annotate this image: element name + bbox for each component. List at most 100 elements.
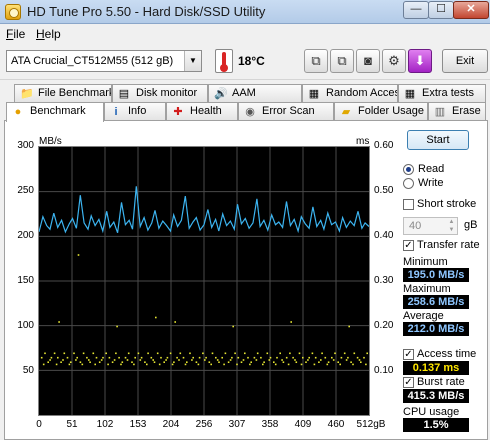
save-button[interactable]: ⬇ (408, 49, 432, 73)
access-time-point (98, 361, 101, 363)
access-time-point (102, 356, 104, 359)
short-stroke-value: 40 (409, 220, 422, 232)
access-time-point (82, 352, 85, 355)
access-time-point (40, 356, 43, 359)
tab-error-scan[interactable]: ◉ Error Scan (238, 102, 334, 120)
y-right-tick: 0.20 (374, 320, 394, 331)
access-time-point (158, 363, 161, 366)
access-time-point (300, 363, 303, 366)
tab-label: Folder Usage (358, 105, 425, 117)
access-time-point (63, 352, 66, 355)
access-time-point (174, 321, 176, 323)
access-time-point (307, 359, 309, 361)
access-time-point (108, 356, 111, 359)
chevron-down-icon[interactable]: ▼ (184, 51, 201, 71)
access-time-point (268, 359, 271, 361)
access-time-point (50, 356, 53, 359)
access-time-point (55, 363, 58, 366)
access-time-point (152, 359, 154, 361)
access-time-point (281, 359, 283, 361)
read-label: Read (418, 163, 445, 175)
benchmark-chart (38, 146, 370, 416)
access-time-point (216, 359, 219, 361)
access-time-point (133, 363, 135, 366)
average-value: 212.0 MB/s (403, 322, 469, 336)
access-time-point (266, 352, 269, 355)
access-time-point (269, 356, 272, 359)
close-button[interactable]: ✕ (453, 1, 489, 19)
access-time-label: Access time (417, 348, 477, 360)
tab-benchmark[interactable]: ● Benchmark (6, 102, 104, 122)
chevron-down-icon[interactable]: ▼ (446, 226, 457, 234)
tab-extra-tests[interactable]: ▦ Extra tests (398, 84, 486, 102)
short-stroke-checkbox[interactable] (403, 199, 414, 210)
access-time-point (95, 356, 98, 359)
access-time-point (285, 356, 288, 359)
transfer-rate-label: Transfer rate (417, 239, 480, 251)
x-tick: 256 (195, 419, 213, 430)
tab-label: Random Access (326, 87, 398, 99)
average-label: Average (403, 310, 444, 322)
chevron-up-icon[interactable]: ▲ (446, 218, 457, 226)
drive-dropdown[interactable]: ATA Crucial_CT512M55 (512 gB) ▼ (6, 50, 202, 72)
exit-button[interactable]: Exit (442, 49, 488, 73)
tab-folder-usage[interactable]: ▰ Folder Usage (334, 102, 428, 120)
access-time-point (250, 361, 252, 363)
access-time-point (242, 359, 245, 361)
read-radio[interactable] (403, 164, 414, 175)
screenshot-button[interactable]: ◙ (356, 49, 380, 73)
tab-label: Info (128, 105, 147, 117)
access-time-point (115, 352, 117, 355)
access-time-point (292, 356, 294, 359)
tab-disk-monitor[interactable]: ▤ Disk monitor (112, 84, 208, 102)
minimize-button[interactable]: — (403, 1, 429, 19)
access-time-point (289, 352, 291, 355)
write-radio[interactable] (403, 178, 414, 189)
access-time-point (290, 321, 292, 323)
access-time-point (365, 363, 367, 366)
y-left-tick: 250 (17, 185, 34, 196)
access-time-point (295, 361, 298, 363)
access-time-point (160, 356, 162, 359)
menu-bar: File Help (0, 24, 490, 44)
access-time-point (260, 356, 262, 359)
access-time-point (276, 356, 278, 359)
access-time-point (255, 359, 258, 361)
x-tick: 307 (228, 419, 246, 430)
access-time-point (166, 356, 169, 359)
tab-random-access[interactable]: ▦ Random Access (302, 84, 398, 102)
access-time-point (53, 352, 56, 355)
access-time-point (221, 356, 223, 359)
tab-label: Health (190, 105, 222, 117)
access-time-point (111, 361, 114, 363)
access-time-checkbox[interactable]: ✓ (403, 349, 414, 360)
tab-erase[interactable]: ▥ Erase (428, 102, 486, 120)
access-time-point (352, 363, 354, 366)
tab-label: AAM (232, 87, 256, 99)
tab-health[interactable]: ✚ Health (166, 102, 238, 120)
options-button[interactable]: ⚙ (382, 49, 406, 73)
copy-info-button[interactable]: ⧉ (330, 49, 354, 73)
access-time-point (92, 352, 95, 355)
access-time-point (358, 359, 361, 361)
y-left-tick: 300 (17, 140, 34, 151)
menu-file[interactable]: File (6, 27, 25, 41)
access-time-point (337, 361, 339, 363)
tab-info[interactable]: i Info (104, 102, 166, 120)
access-time-point (178, 359, 180, 361)
window-title: HD Tune Pro 5.50 - Hard Disk/SSD Utility (27, 4, 266, 19)
transfer-rate-checkbox[interactable]: ✓ (403, 240, 414, 251)
start-button[interactable]: Start (407, 130, 469, 150)
maximize-button[interactable]: ☐ (428, 1, 454, 19)
thermometer-icon (215, 49, 233, 73)
access-time-point (192, 356, 194, 359)
write-label: Write (418, 177, 444, 189)
menu-help[interactable]: Help (36, 27, 61, 41)
short-stroke-stepper[interactable]: 40 ▲ ▼ (403, 217, 458, 235)
burst-rate-checkbox[interactable]: ✓ (403, 377, 414, 388)
access-time-point (124, 356, 127, 359)
tab-aam[interactable]: 🔊 AAM (208, 84, 302, 102)
access-time-point (147, 352, 149, 355)
copy-text-button[interactable]: ⧉ (304, 49, 328, 73)
tab-file-benchmark[interactable]: 📁 File Benchmark (14, 84, 112, 102)
